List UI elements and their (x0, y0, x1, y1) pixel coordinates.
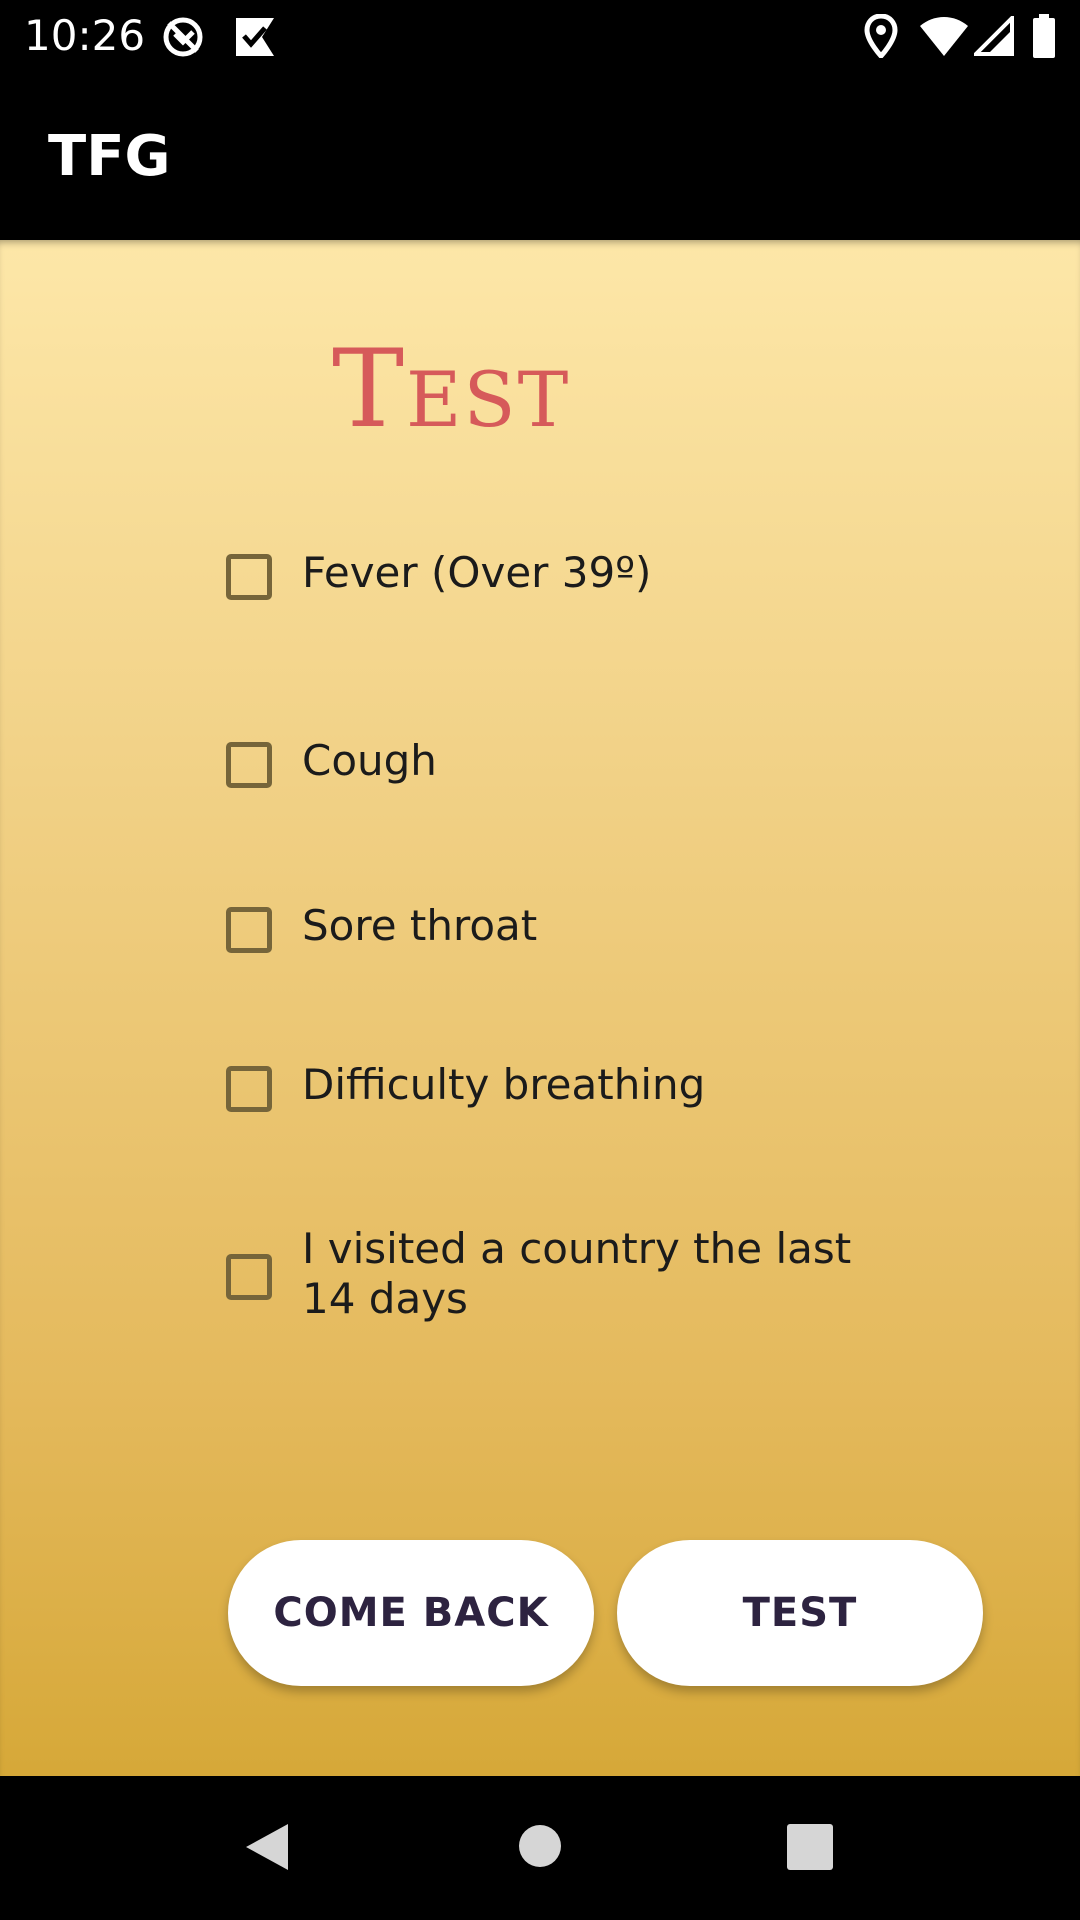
page-title: Test (332, 327, 571, 452)
checkmark-flag-icon (232, 14, 278, 65)
checkbox-box[interactable] (226, 742, 272, 788)
symptom-label[interactable]: Cough (302, 736, 922, 786)
symptom-label[interactable]: I visited a country the last 14 days (302, 1224, 862, 1324)
checkbox-box[interactable] (226, 907, 272, 953)
test-button[interactable]: TEST (617, 1540, 983, 1686)
app-title: TFG (48, 124, 171, 189)
checkbox-box[interactable] (226, 1066, 272, 1112)
checkbox-box[interactable] (226, 1254, 272, 1300)
navigation-bar (0, 1776, 1080, 1920)
status-bar: 10:26 (0, 0, 1080, 72)
signal-icon (971, 13, 1014, 61)
sync-off-icon (160, 14, 206, 65)
location-icon (864, 13, 898, 63)
home-icon[interactable] (518, 1824, 562, 1873)
back-icon[interactable] (244, 1822, 290, 1877)
come-back-button[interactable]: COME BACK (228, 1540, 594, 1686)
battery-icon (1032, 14, 1056, 63)
symptom-label[interactable]: Sore throat (302, 901, 922, 951)
checkbox-box[interactable] (226, 554, 272, 600)
symptom-label[interactable]: Fever (Over 39º) (302, 548, 922, 598)
recents-icon[interactable] (787, 1824, 833, 1875)
content-area: Test Fever (Over 39º) Cough Sore throat … (0, 240, 1080, 1776)
symptom-label[interactable]: Difficulty breathing (302, 1060, 922, 1110)
status-time: 10:26 (24, 11, 146, 60)
wifi-icon (920, 16, 968, 61)
app-bar: TFG (0, 72, 1080, 240)
